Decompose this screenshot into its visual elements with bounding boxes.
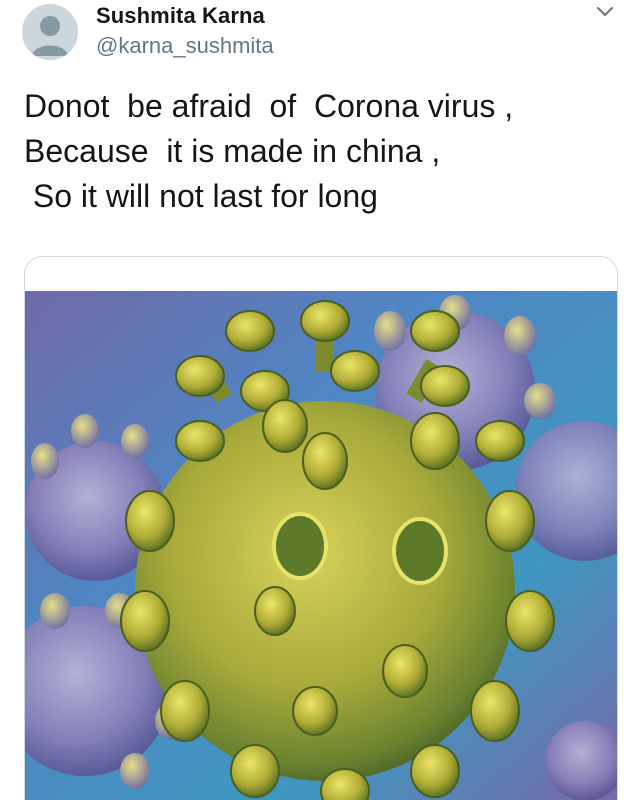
tweet-text-line: Because it is made in china ,	[24, 133, 441, 169]
tweet-media-card[interactable]	[24, 256, 618, 800]
tweet-card: Sushmita Karna @karna_sushmita Donot be …	[0, 0, 640, 800]
tweet-header: Sushmita Karna @karna_sushmita	[0, 0, 640, 70]
author-handle[interactable]: @karna_sushmita	[96, 33, 274, 59]
default-avatar-icon[interactable]	[22, 4, 78, 60]
tweet-text-line: Donot be afraid of Corona virus ,	[24, 88, 514, 124]
tweet-text-line: So it will not last for long	[24, 178, 378, 214]
tweet-text: Donot be afraid of Corona virus , Because…	[24, 84, 624, 219]
chevron-down-icon[interactable]	[594, 2, 616, 22]
coronavirus-illustration-image[interactable]	[25, 291, 617, 800]
author-display-name[interactable]: Sushmita Karna	[96, 3, 265, 29]
